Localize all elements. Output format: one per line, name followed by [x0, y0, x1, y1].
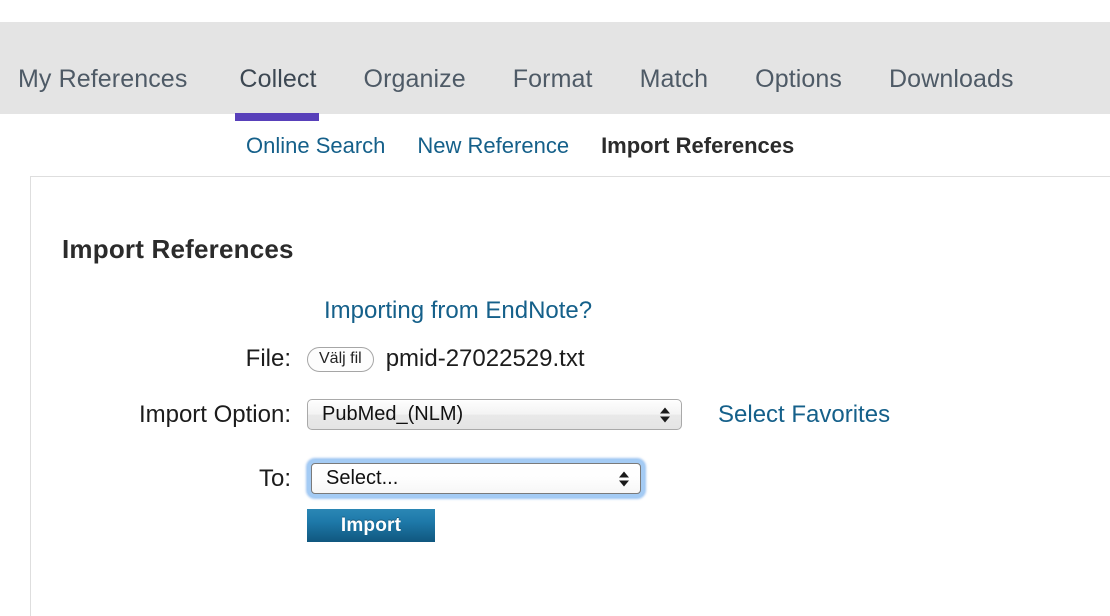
chevron-up-icon — [619, 471, 629, 477]
nav-item-format[interactable]: Format — [513, 64, 615, 94]
chevron-up-icon — [660, 407, 670, 413]
import-option-selected-value: PubMed_(NLM) — [322, 403, 464, 425]
nav-item-options[interactable]: Options — [755, 64, 864, 94]
nav-item-label: Format — [512, 65, 593, 93]
subnav-item-online-search[interactable]: Online Search — [246, 133, 385, 159]
main-nav-list: My References Collect Organize Format Ma… — [0, 22, 1110, 121]
nav-item-label: My References — [18, 65, 188, 93]
nav-item-label: Collect — [239, 65, 317, 93]
subnav-item-new-reference[interactable]: New Reference — [417, 133, 569, 159]
file-chooser-button[interactable]: Välj fil — [307, 346, 374, 372]
to-select[interactable]: Select... — [307, 459, 645, 498]
selected-file-name: pmid-27022529.txt — [385, 345, 585, 372]
nav-item-label: Downloads — [889, 65, 1014, 93]
nav-item-organize[interactable]: Organize — [364, 64, 488, 94]
chevron-down-icon — [619, 480, 629, 486]
sub-navigation-bar: Online Search New Reference Import Refer… — [0, 128, 1110, 164]
select-favorites-link[interactable]: Select Favorites — [718, 401, 890, 429]
importing-from-endnote-link[interactable]: Importing from EndNote? — [324, 297, 592, 325]
form-row-file: File: Välj fil pmid-27022529.txt — [31, 345, 585, 373]
to-label: To: — [258, 464, 291, 492]
import-option-select[interactable]: PubMed_(NLM) — [307, 399, 682, 430]
to-selected-value: Select... — [326, 467, 399, 489]
subnav-item-import-references[interactable]: Import References — [601, 133, 794, 159]
import-button[interactable]: Import — [307, 509, 435, 542]
stepper-arrows-icon — [660, 407, 670, 422]
nav-item-match[interactable]: Match — [640, 64, 731, 94]
import-option-select-box[interactable]: PubMed_(NLM) — [307, 399, 682, 430]
form-row-import-option: Import Option: PubMed_(NLM) Select Favor… — [31, 399, 890, 430]
import-option-label: Import Option: — [138, 400, 291, 428]
file-label: File: — [245, 345, 291, 372]
active-tab-underline — [235, 113, 320, 121]
form-row-to: To: Select... — [31, 459, 645, 498]
nav-item-my-references[interactable]: My References — [18, 64, 209, 94]
content-card: Import References Importing from EndNote… — [30, 176, 1110, 616]
nav-item-label: Options — [755, 65, 843, 93]
to-select-box[interactable]: Select... — [311, 463, 641, 494]
nav-item-label: Match — [639, 65, 709, 93]
nav-item-label: Organize — [363, 65, 466, 93]
main-navigation-bar: My References Collect Organize Format Ma… — [0, 22, 1110, 121]
stepper-arrows-icon — [619, 471, 629, 486]
nav-item-collect[interactable]: Collect — [235, 64, 338, 121]
nav-item-downloads[interactable]: Downloads — [889, 64, 1036, 94]
form-row-submit: Import — [31, 509, 435, 542]
page-title: Import References — [62, 234, 294, 264]
chevron-down-icon — [660, 416, 670, 422]
